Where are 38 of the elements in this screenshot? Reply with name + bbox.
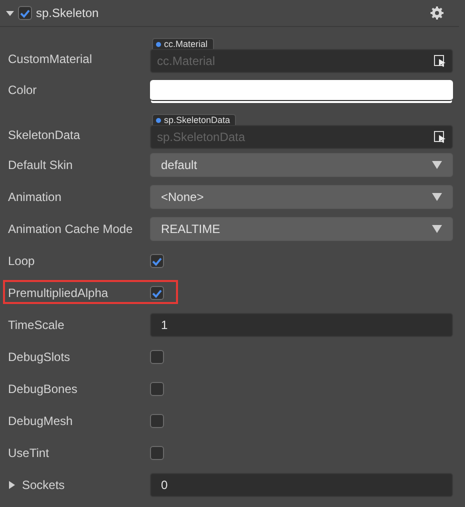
property-label: PremultipliedAlpha xyxy=(8,286,108,300)
number-field[interactable]: 0 xyxy=(150,473,453,497)
type-tag: sp.SkeletonData xyxy=(152,114,236,125)
checkbox[interactable] xyxy=(150,382,164,396)
checkbox[interactable] xyxy=(150,446,164,460)
property-label: SkeletonData xyxy=(8,128,80,142)
property-label: CustomMaterial xyxy=(8,52,92,66)
caret-icon[interactable] xyxy=(432,161,442,169)
property-label: Animation xyxy=(8,190,62,204)
dropdown[interactable]: REALTIME xyxy=(150,217,453,241)
type-tag: cc.Material xyxy=(152,38,214,49)
property-label: Default Skin xyxy=(8,158,73,172)
dropdown[interactable]: <None> xyxy=(150,185,453,209)
component-title: sp.Skeleton xyxy=(36,6,99,20)
property-label: Sockets xyxy=(22,478,65,492)
checkbox[interactable] xyxy=(150,286,164,300)
property-label: Animation Cache Mode xyxy=(8,222,133,236)
picker-icon[interactable] xyxy=(434,55,446,67)
property-label: DebugBones xyxy=(8,382,78,396)
property-label: Loop xyxy=(8,254,35,268)
dropdown[interactable]: default xyxy=(150,153,453,177)
collapse-icon[interactable] xyxy=(5,8,15,18)
checkbox[interactable] xyxy=(150,350,164,364)
property-label: TimeScale xyxy=(8,318,64,332)
property-label: DebugMesh xyxy=(8,414,73,428)
expand-icon[interactable] xyxy=(8,480,16,490)
settings-icon[interactable] xyxy=(430,6,444,20)
checkbox[interactable] xyxy=(150,254,164,268)
property-label: Color xyxy=(8,83,37,97)
property-label: UseTint xyxy=(8,446,49,460)
color-swatch[interactable] xyxy=(150,80,453,100)
checkbox[interactable] xyxy=(18,6,32,20)
property-label: DebugSlots xyxy=(8,350,70,364)
caret-icon[interactable] xyxy=(432,193,442,201)
checkbox[interactable] xyxy=(150,414,164,428)
picker-icon[interactable] xyxy=(434,131,446,143)
caret-icon[interactable] xyxy=(432,225,442,233)
number-field[interactable]: 1 xyxy=(150,313,453,337)
